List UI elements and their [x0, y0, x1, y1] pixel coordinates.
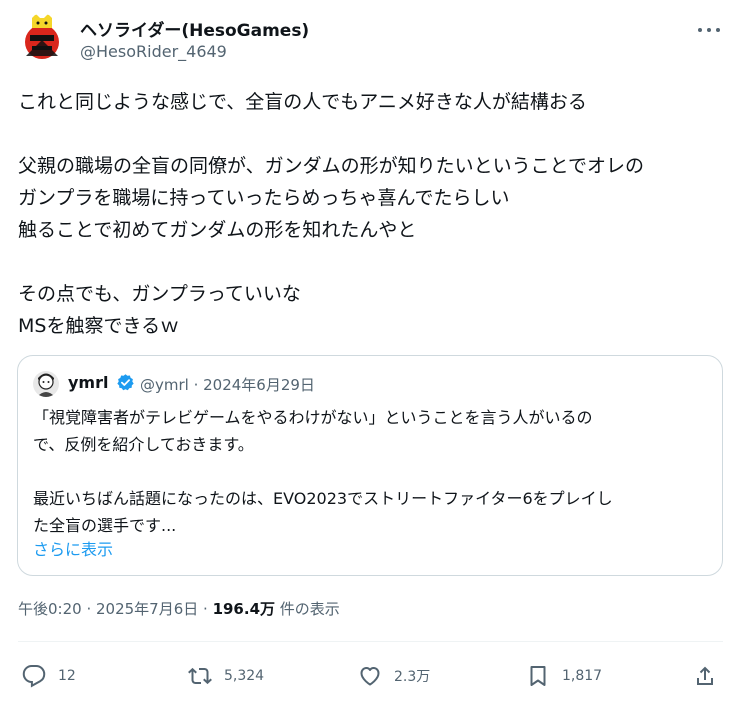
timestamp-time[interactable]: 午後0:20 · 2025年7月6日 · [18, 600, 213, 618]
like-button[interactable]: 2.3万 [358, 656, 430, 696]
bookmark-count: 1,817 [562, 668, 603, 684]
tweet-header: ヘソライダー(HesoGames) @HesoRider_4649 [18, 14, 723, 68]
reply-button[interactable]: 12 [22, 656, 76, 696]
heso-rider-avatar-icon[interactable] [18, 14, 66, 62]
retweet-count: 5,324 [224, 668, 265, 684]
reply-icon [22, 665, 46, 688]
author-handle[interactable]: @HesoRider_4649 [80, 42, 227, 61]
verified-badge-icon [116, 373, 135, 392]
tweet-timestamp: 午後0:20 · 2025年7月6日 · 196.4万 件の表示 [18, 598, 340, 619]
quote-body: 「視覚障害者がテレビゲームをやるわけがない」ということを言う人がいるの で、反例を… [33, 404, 713, 539]
views-count: 196.4万 [212, 600, 276, 618]
share-button[interactable] [693, 656, 717, 696]
tweet-text-line: MSを触察できるｗ [18, 315, 180, 337]
reply-count: 12 [58, 668, 76, 684]
heart-icon [360, 667, 380, 686]
author-display-name[interactable]: ヘソライダー(HesoGames) [80, 16, 309, 41]
quote-author-avatar-icon [33, 371, 59, 397]
quoted-tweet[interactable]: ymrl @ymrl · 2024年6月29日 「視覚障害者がテレビゲームをやる… [17, 355, 723, 576]
quote-text-line [33, 458, 713, 485]
tweet-text-line [18, 118, 723, 150]
like-count: 2.3万 [394, 669, 431, 685]
quote-text-line: で、反例を紹介しておきます。 [33, 435, 254, 454]
views-label: 件の表示 [275, 600, 340, 618]
quote-author-name: ymrl [68, 373, 109, 392]
tweet-text-line: 父親の職場の全盲の同僚が、ガンダムの形が知りたいということでオレの [18, 155, 645, 177]
retweet-icon [188, 667, 212, 685]
show-more-link[interactable]: さらに表示 [33, 536, 113, 560]
bookmark-button[interactable]: 1,817 [526, 656, 602, 696]
share-icon [697, 666, 713, 685]
retweet-button[interactable]: 5,324 [188, 656, 264, 696]
tweet-text-line: これと同じような感じで、全盲の人でもアニメ好きな人が結構おる [18, 91, 587, 113]
tweet-body: これと同じような感じで、全盲の人でもアニメ好きな人が結構おる父親の職場の全盲の同… [18, 86, 723, 342]
quote-meta: @ymrl · 2024年6月29日 [140, 376, 315, 394]
quote-text-line: 「視覚障害者がテレビゲームをやるわけがない」ということを言う人がいるの [33, 408, 593, 427]
tweet-text-line: 触ることで初めてガンダムの形を知れたんやと [18, 219, 417, 241]
more-options-icon[interactable] [695, 18, 723, 42]
tweet-text-line: ガンプラを職場に持っていったらめっちゃ喜んでたらしい [18, 187, 510, 209]
divider [18, 641, 723, 642]
bookmark-icon [530, 666, 546, 686]
action-bar: 12 5,324 2.3万 1,817 [18, 656, 723, 696]
tweet-text-line: その点でも、ガンプラっていいな [18, 283, 301, 305]
quote-text-line: た全盲の選手です... [33, 516, 177, 535]
quote-text-line: 最近いちばん話題になったのは、EVO2023でストリートファイター6をプレイし [33, 489, 613, 508]
tweet-text-line [18, 246, 723, 278]
